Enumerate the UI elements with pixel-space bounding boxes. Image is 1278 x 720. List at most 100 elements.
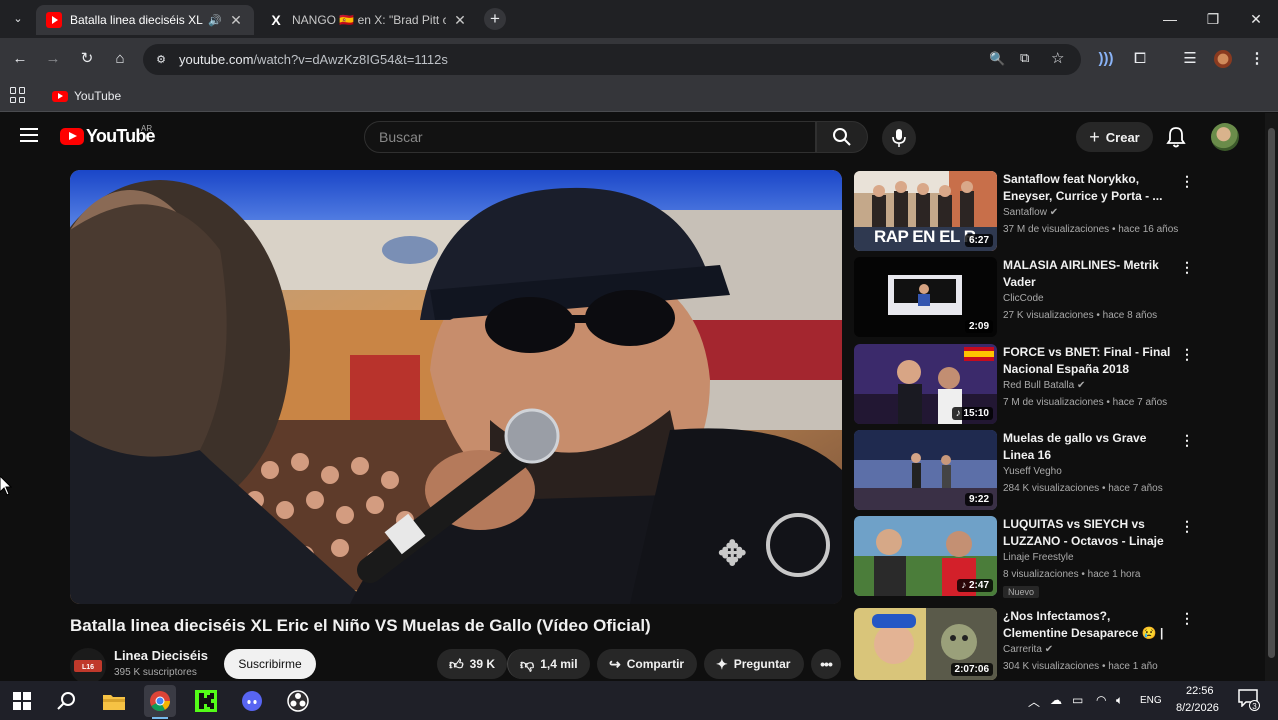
create-button[interactable]: + Crear [1076,122,1153,152]
address-bar[interactable]: ⚙ youtube.com/watch?v=dAwzKz8IG54&t=1112… [143,44,1081,75]
video-duration: 2:09 [964,320,993,333]
channel-avatar[interactable]: L16 [70,648,106,684]
new-tab-button[interactable]: + [484,8,506,30]
forward-icon[interactable]: → [41,47,65,71]
svg-text:L16: L16 [82,664,94,671]
install-app-icon[interactable]: ⧉ [1020,50,1029,66]
discord-icon[interactable] [236,685,268,717]
more-actions-button[interactable]: ••• [811,649,841,679]
search-input[interactable] [379,122,799,152]
video-frame: ✥ [70,170,842,604]
media-controls-icon[interactable]: ☰ [1178,47,1202,71]
close-window-button[interactable]: ✕ [1236,6,1276,32]
obs-icon[interactable] [282,685,314,717]
recommendation-channel[interactable]: Carrerita ✔ [1003,644,1053,655]
wifi-icon[interactable]: ◠ [1096,693,1106,707]
restore-button[interactable]: ❐ [1193,6,1233,32]
thumbs-up-icon: 👍︎ [449,655,464,672]
bookmark-star-icon[interactable]: ☆ [1051,49,1064,67]
recommendation-title[interactable]: Muelas de gallo vs Grave Linea 16 [1003,430,1173,464]
more-options-icon[interactable]: ⋮ [1180,173,1194,190]
video-player[interactable]: ✥ [70,170,842,604]
reload-icon[interactable]: ↻ [75,47,99,71]
recommendation-channel[interactable]: Santaflow ✔ [1003,207,1058,218]
more-options-icon[interactable]: ⋮ [1180,346,1194,363]
more-options-icon[interactable]: ⋮ [1180,518,1194,535]
show-hidden-icons-icon[interactable]: ︿ [1028,693,1040,710]
volume-icon[interactable]: 🔈︎ [1116,693,1123,708]
apps-grid-icon[interactable] [10,87,26,103]
video-thumbnail[interactable]: ♪ 15:10 [854,344,997,424]
speaker-icon[interactable]: 🔊 [208,14,222,27]
close-tab-icon[interactable]: ✕ [452,12,468,29]
video-thumbnail[interactable]: ♪ 2:47 [854,516,997,596]
chrome-icon[interactable] [144,685,176,717]
verified-icon: ✔ [1049,207,1059,218]
recommendation-channel[interactable]: ClicCode [1003,293,1044,304]
menu-kebab-icon[interactable]: ⋮ [1245,47,1269,71]
home-icon[interactable]: ⌂ [108,47,132,71]
recommendation-item[interactable]: ♪ 15:10 FORCE vs BNET: Final - Final Nac… [854,344,1266,424]
recommendation-item[interactable]: 2:07:06 ¿Nos Infectamos?, Clementine Des… [854,608,1266,680]
recommendation-title[interactable]: FORCE vs BNET: Final - Final Nacional Es… [1003,344,1173,378]
share-icon: ↪ [609,655,621,672]
url-text[interactable]: youtube.com/watch?v=dAwzKz8IG54&t=1112s [179,44,448,75]
recommendation-channel[interactable]: Yuseff Vegho [1003,466,1062,477]
kick-app-icon[interactable] [190,685,222,717]
share-button[interactable]: ↪ Compartir [597,649,697,679]
video-thumbnail[interactable]: 9:22 [854,430,997,510]
more-options-icon[interactable]: ⋮ [1180,259,1194,276]
like-button[interactable]: 👍︎ 39 K [437,649,507,679]
account-avatar[interactable] [1211,123,1239,151]
recommendation-title[interactable]: MALASIA AIRLINES- Metrik Vader [1003,257,1173,291]
search-icon[interactable] [51,685,83,717]
file-explorer-icon[interactable] [98,685,130,717]
recommendation-item[interactable]: ♪ 2:47 LUQUITAS vs SIEYCH vs LUZZANO - O… [854,516,1266,598]
close-tab-icon[interactable]: ✕ [228,12,244,29]
language-indicator[interactable]: ENG [1140,695,1162,706]
extensions-icon[interactable]: ⧠ [1128,47,1152,71]
media-icon[interactable]: ))) [1094,47,1118,71]
bookmark-youtube[interactable]: YouTube [52,86,121,106]
windows-taskbar: ︿ ☁ ▭ ◠ 🔈︎ ENG 22:56 8/2/2026 3 [0,681,1278,720]
dislike-button[interactable]: 👎︎ 1,4 mil [507,649,590,679]
site-info-icon[interactable]: ⚙ [153,52,169,68]
back-icon[interactable]: ← [8,47,32,71]
recommendation-item[interactable]: RAP EN EL R 6:27 Santaflow feat Norykko,… [854,171,1266,251]
recommendation-channel[interactable]: Linaje Freestyle [1003,552,1074,563]
recommendation-title[interactable]: LUQUITAS vs SIEYCH vs LUZZANO - Octavos … [1003,516,1173,550]
recommendation-channel[interactable]: Red Bull Batalla ✔ [1003,380,1085,391]
youtube-logo-icon[interactable] [60,128,84,145]
voice-search-button[interactable] [882,121,916,155]
recommendation-item[interactable]: 2:09 MALASIA AIRLINES- Metrik Vader Clic… [854,257,1266,337]
tab-x[interactable]: X NANGO 🇪🇸 en X: "Brad Pitt con ✕ [258,5,478,35]
profile-avatar[interactable] [1214,50,1232,68]
recommendation-title[interactable]: ¿Nos Infectamos?, Clementine Desaparece … [1003,608,1173,642]
channel-name[interactable]: Linea Dieciséis [114,648,208,663]
guide-menu-icon[interactable] [20,128,38,142]
clock-date[interactable]: 8/2/2026 [1176,702,1219,714]
page-scrollbar[interactable] [1265,113,1278,681]
more-options-icon[interactable]: ⋮ [1180,432,1194,449]
more-options-icon[interactable]: ⋮ [1180,610,1194,627]
video-thumbnail[interactable]: 2:07:06 [854,608,997,680]
scrollbar-thumb[interactable] [1268,128,1275,658]
notifications-icon[interactable]: 3 [1238,689,1260,711]
recommendation-item[interactable]: 9:22 Muelas de gallo vs Grave Linea 16 Y… [854,430,1266,510]
tab-search-dropdown-icon[interactable]: ⌄ [8,9,28,29]
recommendation-title[interactable]: Santaflow feat Norykko, Eneyser, Currice… [1003,171,1173,205]
notifications-bell-icon[interactable] [1166,126,1186,153]
battery-icon[interactable]: ▭ [1072,693,1083,707]
video-thumbnail[interactable]: 2:09 [854,257,997,337]
minimize-button[interactable]: — [1150,6,1190,32]
clock-time[interactable]: 22:56 [1186,685,1214,697]
verified-icon: ✔ [1044,644,1054,655]
subscribe-button[interactable]: Suscribirme [224,649,316,679]
zoom-icon[interactable]: 🔍 [989,51,1005,67]
tab-youtube[interactable]: Batalla linea dieciséis XL Eric 🔊 ✕ [36,5,254,35]
ask-button[interactable]: ✦ Preguntar [704,649,804,679]
network-cloud-icon[interactable]: ☁ [1050,693,1062,707]
search-button[interactable] [816,121,868,153]
windows-start-icon[interactable] [6,685,38,717]
video-thumbnail[interactable]: RAP EN EL R 6:27 [854,171,997,251]
